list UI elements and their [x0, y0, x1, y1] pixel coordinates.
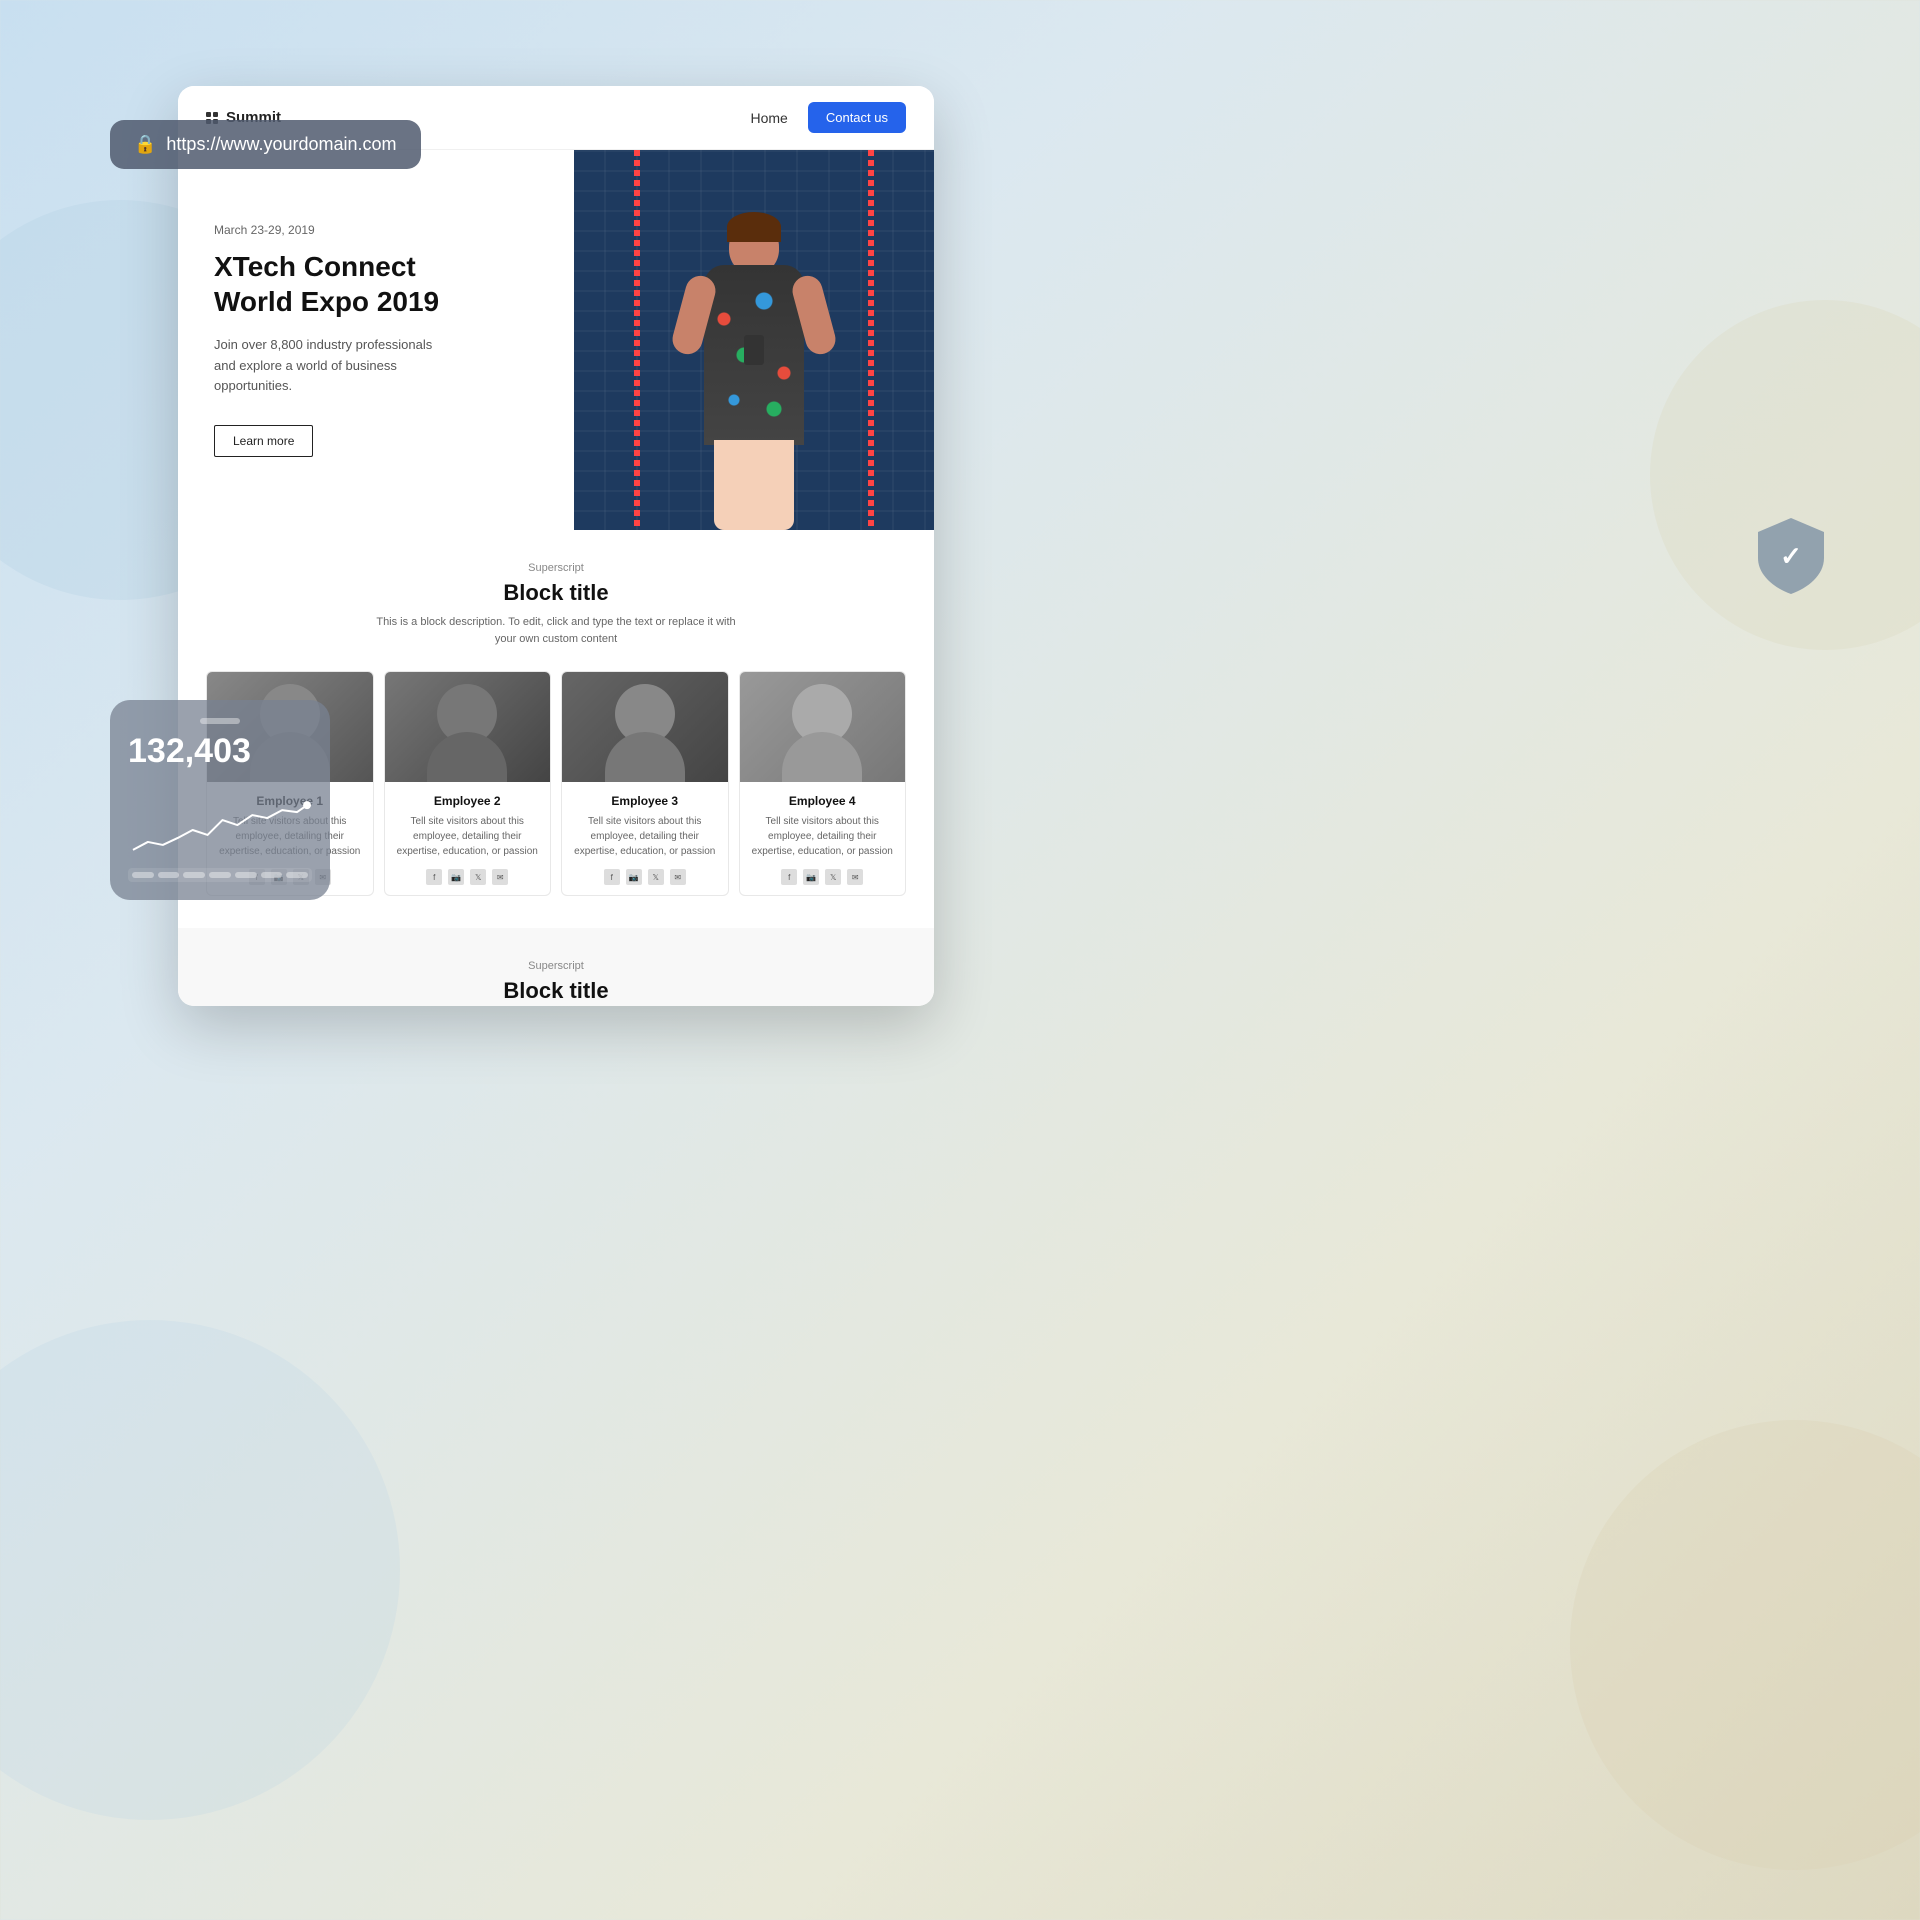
stats-widget: 132,403: [110, 700, 330, 900]
svg-text:✓: ✓: [1780, 541, 1802, 571]
employee-card-3: Employee 3 Tell site visitors about this…: [561, 671, 729, 896]
line-chart: [128, 800, 312, 860]
hero-description: Join over 8,800 industry professionals a…: [214, 335, 434, 397]
logo-dot-1: [206, 112, 211, 117]
hero-content: March 23-29, 2019 XTech Connect World Ex…: [178, 150, 574, 530]
hero-section: March 23-29, 2019 XTech Connect World Ex…: [178, 150, 934, 530]
hero-title-line1: XTech Connect: [214, 251, 416, 282]
employee-info-2: Employee 2 Tell site visitors about this…: [385, 782, 551, 895]
email-icon-4[interactable]: ✉: [847, 869, 863, 885]
twitter-icon-4[interactable]: 𝕏: [825, 869, 841, 885]
bar-4: [209, 872, 231, 878]
stats-top-bar: [200, 718, 240, 724]
url-text: https://www.yourdomain.com: [166, 134, 396, 155]
employee-card-4: Employee 4 Tell site visitors about this…: [739, 671, 907, 896]
employee-photo-3: [562, 672, 728, 782]
team-description: This is a block description. To edit, cl…: [376, 614, 736, 647]
lock-icon: 🔒: [134, 134, 156, 155]
chart-endpoint: [303, 801, 311, 809]
second-title: Block title: [202, 978, 910, 1004]
facebook-icon-3[interactable]: f: [604, 869, 620, 885]
speaker-figure: [674, 210, 834, 530]
bar-5: [235, 872, 257, 878]
bar-6: [261, 872, 283, 878]
employee-name-3: Employee 3: [574, 794, 716, 808]
email-icon-2[interactable]: ✉: [492, 869, 508, 885]
bar-2: [158, 872, 180, 878]
second-section: Superscript Block title This is a block …: [178, 928, 934, 1006]
hero-title-line2: World Expo 2019: [214, 286, 439, 317]
employee-photo-2: [385, 672, 551, 782]
speaker-legs: [714, 440, 794, 530]
nav-home-link[interactable]: Home: [750, 110, 787, 126]
bar-7: [286, 872, 308, 878]
facebook-icon-2[interactable]: f: [426, 869, 442, 885]
employee-desc-3: Tell site visitors about this employee, …: [574, 814, 716, 859]
logo-dot-2: [213, 112, 218, 117]
bar-3: [183, 872, 205, 878]
avatar-body-2: [427, 732, 507, 782]
employee-social-4: f 📷 𝕏 ✉: [752, 869, 894, 885]
employee-desc-2: Tell site visitors about this employee, …: [397, 814, 539, 859]
stats-bars: [128, 868, 312, 882]
led-strip-left: [634, 150, 640, 530]
hero-date: March 23-29, 2019: [214, 223, 538, 237]
shield-icon: ✓: [1746, 510, 1836, 600]
employee-social-2: f 📷 𝕏 ✉: [397, 869, 539, 885]
employee-desc-4: Tell site visitors about this employee, …: [752, 814, 894, 859]
email-icon-3[interactable]: ✉: [670, 869, 686, 885]
bg-decoration-bottom-right: [1570, 1420, 1920, 1870]
employee-card-2: Employee 2 Tell site visitors about this…: [384, 671, 552, 896]
facebook-icon-4[interactable]: f: [781, 869, 797, 885]
hero-image: [574, 150, 934, 530]
hero-title: XTech Connect World Expo 2019: [214, 249, 538, 319]
employee-social-3: f 📷 𝕏 ✉: [574, 869, 716, 885]
employee-info-3: Employee 3 Tell site visitors about this…: [562, 782, 728, 895]
stats-chart: [128, 771, 312, 860]
employee-photo-4: [740, 672, 906, 782]
speaker-hair: [727, 212, 781, 242]
instagram-icon-2[interactable]: 📷: [448, 869, 464, 885]
avatar-body-4: [782, 732, 862, 782]
twitter-icon-3[interactable]: 𝕏: [648, 869, 664, 885]
avatar-body-3: [605, 732, 685, 782]
instagram-icon-4[interactable]: 📷: [803, 869, 819, 885]
chart-line: [133, 805, 307, 850]
stats-number: 132,403: [128, 732, 312, 771]
bar-1: [132, 872, 154, 878]
employee-name-4: Employee 4: [752, 794, 894, 808]
contact-button[interactable]: Contact us: [808, 102, 906, 133]
learn-more-button[interactable]: Learn more: [214, 425, 313, 457]
led-strip-right: [868, 150, 874, 530]
employee-info-4: Employee 4 Tell site visitors about this…: [740, 782, 906, 895]
bg-decoration-bottom-left: [0, 1320, 400, 1820]
second-superscript: Superscript: [202, 960, 910, 972]
team-title: Block title: [202, 580, 910, 606]
employee-name-2: Employee 2: [397, 794, 539, 808]
team-superscript: Superscript: [202, 562, 910, 574]
nav-links: Home Contact us: [750, 102, 906, 133]
speaker-phone: [744, 335, 764, 365]
twitter-icon-2[interactable]: 𝕏: [470, 869, 486, 885]
url-bar[interactable]: 🔒 https://www.yourdomain.com: [110, 120, 421, 169]
shield-badge: ✓: [1746, 510, 1836, 600]
instagram-icon-3[interactable]: 📷: [626, 869, 642, 885]
